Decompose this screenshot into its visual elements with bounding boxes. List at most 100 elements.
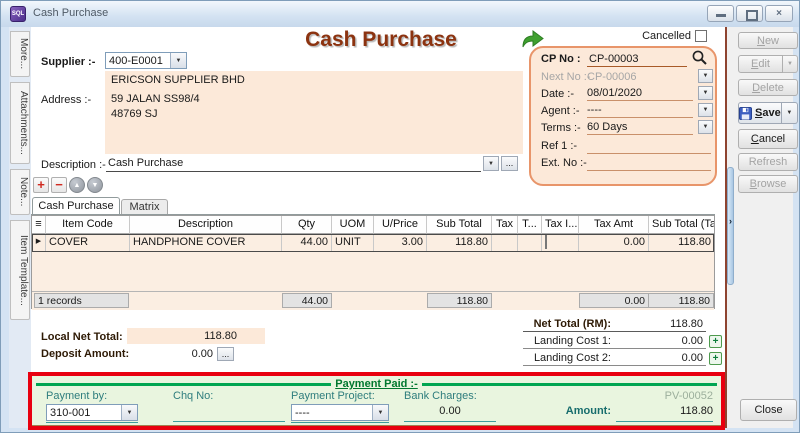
edit-dropdown-button: ▼	[783, 55, 798, 73]
cell-item-code[interactable]: COVER	[46, 234, 130, 252]
save-button-label: Save	[755, 107, 781, 119]
agent-value[interactable]: ----	[587, 104, 602, 116]
col-description[interactable]: Description	[130, 216, 282, 234]
grid-scroll-more-icon[interactable]: ›	[725, 216, 736, 226]
landing-cost1-value[interactable]: 0.00	[615, 335, 703, 347]
summary-qty: 44.00	[282, 293, 332, 308]
search-icon[interactable]	[691, 49, 708, 66]
terms-underline	[587, 134, 693, 135]
col-qty[interactable]: Qty	[282, 216, 332, 234]
tab-matrix[interactable]: Matrix	[121, 199, 168, 215]
maximize-button[interactable]	[736, 5, 763, 22]
deposit-amount-value[interactable]: 0.00	[113, 348, 213, 360]
cell-sub-total-tax[interactable]: 118.80	[649, 234, 714, 252]
minimize-icon	[716, 14, 726, 17]
cell-uom[interactable]: UNIT	[332, 234, 374, 252]
cancelled-checkbox[interactable]	[695, 30, 707, 42]
agent-underline	[587, 117, 693, 118]
col-sub-total[interactable]: Sub Total	[427, 216, 492, 234]
new-button: New	[738, 32, 798, 49]
remove-row-button[interactable]: −	[51, 177, 67, 193]
col-item-code[interactable]: Item Code	[46, 216, 130, 234]
cell-tax2[interactable]	[518, 234, 542, 252]
current-row-marker-icon: ▶	[32, 234, 46, 252]
net-total-value: 118.80	[615, 318, 703, 330]
date-label: Date :-	[541, 88, 574, 100]
edit-button: Edit	[738, 55, 783, 73]
app-icon: SQL	[10, 6, 26, 22]
cp-no-value[interactable]: CP-00003	[589, 53, 639, 65]
deposit-more-button[interactable]: ...	[217, 347, 234, 361]
col-tax[interactable]: Tax	[492, 216, 518, 234]
items-grid: ≡ Item Code Description Qty UOM U/Price …	[31, 215, 715, 309]
cell-sub-total[interactable]: 118.80	[427, 234, 492, 252]
summary-sub-total-tax: 118.80	[648, 293, 714, 308]
local-net-total-value: 118.80	[127, 328, 265, 344]
col-sub-total-tax[interactable]: Sub Total (Tax)	[649, 216, 714, 234]
cp-no-label: CP No :	[541, 53, 581, 65]
supplier-combo[interactable]: 400-E0001 ▼	[105, 52, 187, 69]
description-label: Description :-	[41, 159, 106, 171]
sidebar-tab-note[interactable]: Note...	[10, 169, 30, 215]
cell-qty[interactable]: 44.00	[282, 234, 332, 252]
chevron-down-icon: ▼	[703, 124, 709, 130]
next-no-value: CP-00006	[587, 71, 637, 83]
terms-value[interactable]: 60 Days	[587, 121, 627, 133]
date-dropdown-button[interactable]: ▼	[698, 86, 713, 100]
close-icon: ×	[776, 8, 782, 19]
col-tax-inclusive[interactable]: Tax I...	[542, 216, 579, 234]
maximize-icon	[746, 10, 758, 21]
description-more-button[interactable]: ...	[501, 156, 518, 171]
landing-cost2-value[interactable]: 0.00	[615, 352, 703, 364]
sidebar-tab-more[interactable]: More...	[10, 31, 30, 77]
ext-no-label: Ext. No :-	[541, 157, 587, 169]
next-no-label: Next No :-	[541, 71, 591, 83]
row-selector-header-icon[interactable]: ≡	[32, 216, 46, 234]
grid-data-row[interactable]: ▶ COVER HANDPHONE COVER 44.00 UNIT 3.00 …	[32, 234, 714, 252]
description-value[interactable]: Cash Purchase	[108, 157, 183, 169]
local-net-total-label: Local Net Total:	[41, 331, 123, 343]
save-split-button[interactable]: Save ▼	[738, 102, 798, 124]
cell-tax[interactable]	[492, 234, 518, 252]
next-no-dropdown-button[interactable]: ▼	[698, 69, 713, 83]
save-dropdown-button[interactable]: ▼	[782, 102, 798, 124]
terms-label: Terms :-	[541, 122, 581, 134]
landing-cost2-add-button[interactable]: +	[709, 352, 722, 365]
col-uprice[interactable]: U/Price	[374, 216, 427, 234]
cancel-button[interactable]: Cancel	[738, 129, 798, 149]
terms-dropdown-button[interactable]: ▼	[698, 120, 713, 134]
address-label: Address :-	[41, 94, 91, 106]
window-title: Cash Purchase	[33, 7, 108, 19]
landing-cost1-label: Landing Cost 1:	[441, 335, 611, 347]
landing-cost1-add-button[interactable]: +	[709, 335, 722, 348]
date-value[interactable]: 08/01/2020	[587, 87, 642, 99]
cell-tax-inclusive[interactable]	[542, 234, 579, 252]
cell-uprice[interactable]: 3.00	[374, 234, 427, 252]
ref1-field[interactable]	[587, 153, 711, 154]
close-button[interactable]: Close	[740, 399, 797, 421]
minimize-button[interactable]	[707, 5, 734, 22]
add-row-button[interactable]: +	[33, 177, 49, 193]
grid-splitter-handle[interactable]	[727, 167, 734, 285]
sidebar-tab-item-template[interactable]: Item Template...	[10, 220, 30, 320]
save-button[interactable]: Save	[738, 102, 782, 124]
move-down-button[interactable]: ▼	[87, 177, 103, 193]
floppy-disk-icon	[739, 107, 752, 120]
chevron-down-icon: ▼	[787, 61, 793, 67]
col-uom[interactable]: UOM	[332, 216, 374, 234]
sidebar-tab-attachments[interactable]: Attachments...	[10, 82, 30, 164]
move-up-button[interactable]: ▲	[69, 177, 85, 193]
cell-description[interactable]: HANDPHONE COVER	[130, 234, 282, 252]
agent-dropdown-button[interactable]: ▼	[698, 103, 713, 117]
cash-purchase-window: SQL Cash Purchase × More... Attachments.…	[0, 0, 800, 433]
tab-cash-purchase[interactable]: Cash Purchase	[32, 197, 120, 215]
tax-inclusive-checkbox[interactable]	[545, 235, 547, 249]
chevron-down-icon[interactable]: ▼	[170, 53, 186, 68]
ext-no-field[interactable]	[587, 170, 711, 171]
col-tax2[interactable]: T...	[518, 216, 542, 234]
description-dropdown-button[interactable]: ▼	[483, 156, 499, 171]
col-tax-amt[interactable]: Tax Amt	[579, 216, 649, 234]
chevron-down-icon: ▼	[703, 73, 709, 79]
close-window-button[interactable]: ×	[765, 5, 793, 22]
cell-tax-amt[interactable]: 0.00	[579, 234, 649, 252]
